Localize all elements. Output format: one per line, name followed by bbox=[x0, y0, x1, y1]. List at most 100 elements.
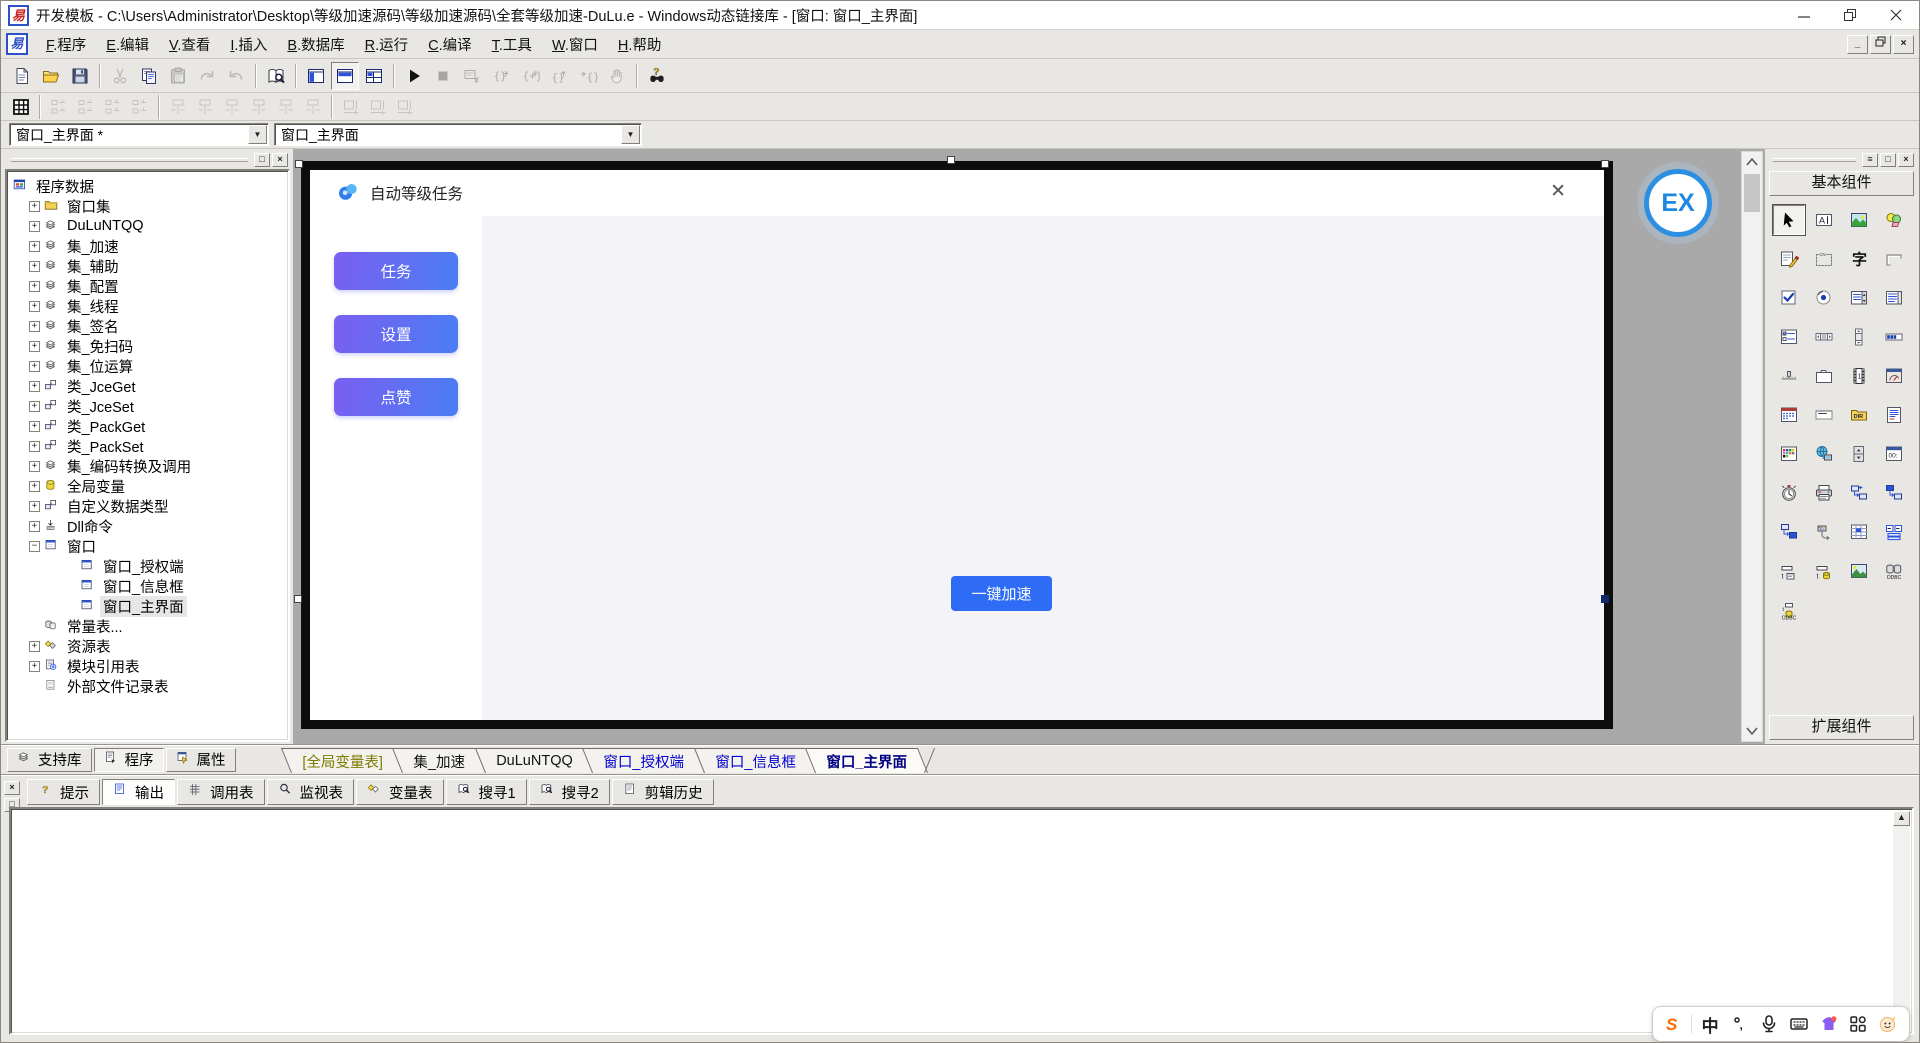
run-button[interactable] bbox=[400, 62, 428, 90]
tree-expand-toggle[interactable]: + bbox=[29, 301, 40, 312]
designed-form-frame[interactable]: 自动等级任务 ✕ 任务设置点赞 一键加速 bbox=[301, 161, 1613, 729]
tree-expand-toggle[interactable]: − bbox=[29, 541, 40, 552]
date-window-tool[interactable]: 00: bbox=[1878, 439, 1910, 469]
progress-bar-tool[interactable] bbox=[1878, 322, 1910, 352]
database-io-tool[interactable]: t bbox=[1808, 556, 1840, 586]
file-tab-4[interactable]: 窗口_授权端 bbox=[582, 748, 705, 773]
label-tool[interactable]: A bbox=[1808, 205, 1840, 235]
output-close-button[interactable]: × bbox=[4, 781, 20, 795]
picture-box-tool[interactable] bbox=[1843, 205, 1875, 235]
checkbox-tool[interactable] bbox=[1773, 283, 1805, 313]
tree-item[interactable]: +类_JceSet bbox=[9, 396, 286, 416]
file-tab-5[interactable]: 窗口_信息框 bbox=[694, 748, 817, 773]
tree-expand-toggle[interactable]: + bbox=[29, 261, 40, 272]
selection-handle[interactable] bbox=[295, 160, 303, 168]
file-tab-6[interactable]: 窗口_主界面 bbox=[805, 748, 928, 773]
frame-border-tool[interactable] bbox=[1878, 244, 1910, 274]
panel-float-button[interactable]: □ bbox=[1880, 153, 1896, 167]
tree-item[interactable]: +类_PackSet bbox=[9, 436, 286, 456]
tree-item[interactable]: +集_加速 bbox=[9, 236, 286, 256]
rich-document-tool[interactable] bbox=[1878, 400, 1910, 430]
restore-button[interactable] bbox=[1827, 1, 1873, 29]
tree-expand-toggle[interactable]: + bbox=[29, 461, 40, 472]
microphone-icon[interactable] bbox=[1757, 1012, 1781, 1036]
menu-item-2[interactable]: E.编辑 bbox=[96, 30, 159, 59]
tree-item[interactable]: +自定义数据类型 bbox=[9, 496, 286, 516]
server-transfer-tool[interactable] bbox=[1878, 478, 1910, 508]
copy-button[interactable] bbox=[135, 62, 163, 90]
combo-box-tool[interactable] bbox=[1843, 283, 1875, 313]
output-tab-2[interactable]: 输出 bbox=[102, 779, 175, 805]
form-nav-button-2[interactable]: 设置 bbox=[334, 315, 458, 353]
h-scrollbar-tool[interactable] bbox=[1808, 322, 1840, 352]
tree-expand-toggle[interactable]: + bbox=[29, 421, 40, 432]
menu-item-10[interactable]: H.帮助 bbox=[608, 30, 672, 59]
directory-box-tool[interactable]: DIR bbox=[1843, 400, 1875, 430]
extended-components-button[interactable]: 扩展组件 bbox=[1769, 715, 1914, 740]
scroll-thumb[interactable] bbox=[1744, 174, 1760, 212]
color-palette-tool[interactable] bbox=[1773, 439, 1805, 469]
scroll-down-icon[interactable] bbox=[1742, 721, 1762, 741]
tree-expand-toggle[interactable]: + bbox=[29, 341, 40, 352]
menu-item-9[interactable]: W.窗口 bbox=[542, 30, 608, 59]
list-box-tool[interactable] bbox=[1878, 283, 1910, 313]
new-button[interactable] bbox=[8, 62, 36, 90]
close-button[interactable] bbox=[1873, 1, 1919, 29]
odbc-database-tool[interactable]: tODBC bbox=[1773, 595, 1805, 625]
menu-item-3[interactable]: V.查看 bbox=[159, 30, 220, 59]
basic-components-button[interactable]: 基本组件 bbox=[1769, 171, 1914, 196]
mdi-minimize-button[interactable]: _ bbox=[1847, 35, 1868, 54]
tree-item[interactable]: +集_编码转换及调用 bbox=[9, 456, 286, 476]
menu-item-7[interactable]: C.编译 bbox=[418, 30, 482, 59]
designer-vscrollbar[interactable] bbox=[1741, 151, 1763, 742]
window-selector-combo[interactable]: 窗口_主界面 * ▼ bbox=[9, 123, 269, 146]
panel-grip[interactable] bbox=[11, 158, 248, 162]
tree-expand-toggle[interactable]: + bbox=[29, 661, 40, 672]
gauge-window-tool[interactable] bbox=[1878, 361, 1910, 391]
file-tab-3[interactable]: DuLuNTQQ bbox=[475, 748, 594, 773]
image-viewer-tool[interactable] bbox=[1843, 556, 1875, 586]
selection-handle[interactable] bbox=[947, 156, 955, 164]
view-tab-1[interactable]: 支持库 bbox=[7, 748, 92, 772]
tree-expand-toggle[interactable]: + bbox=[29, 501, 40, 512]
sketch-board-tool[interactable] bbox=[1773, 244, 1805, 274]
up-down-box-tool[interactable] bbox=[1843, 439, 1875, 469]
odbc-source-tool[interactable]: ODBC bbox=[1878, 556, 1910, 586]
chinese-mode-icon[interactable]: 中 bbox=[1698, 1012, 1722, 1036]
tree-item[interactable]: 窗口_授权端 bbox=[9, 556, 286, 576]
tree-expand-toggle[interactable]: + bbox=[29, 321, 40, 332]
file-tab-2[interactable]: 集_加速 bbox=[392, 748, 486, 773]
output-tab-4[interactable]: 监视表 bbox=[267, 779, 355, 805]
animation-box-tool[interactable]: 1 bbox=[1843, 361, 1875, 391]
layout-left-button[interactable] bbox=[302, 62, 330, 90]
panel-float-button[interactable]: □ bbox=[254, 153, 270, 167]
tree-expand-toggle[interactable]: + bbox=[29, 221, 40, 232]
month-calendar-tool[interactable] bbox=[1773, 400, 1805, 430]
tree-expand-toggle[interactable]: + bbox=[29, 361, 40, 372]
menu-item-8[interactable]: T.工具 bbox=[482, 30, 542, 59]
combo-dropdown-icon[interactable]: ▼ bbox=[248, 125, 267, 144]
tree-expand-toggle[interactable]: + bbox=[29, 481, 40, 492]
v-scrollbar-tool[interactable] bbox=[1843, 322, 1875, 352]
punctuation-icon[interactable]: , bbox=[1728, 1012, 1752, 1036]
combo-dropdown-icon[interactable]: ▼ bbox=[621, 125, 640, 144]
tree-expand-toggle[interactable]: + bbox=[29, 641, 40, 652]
remote-transfer-tool[interactable] bbox=[1773, 517, 1805, 547]
client-transfer-tool[interactable] bbox=[1843, 478, 1875, 508]
tree-item[interactable]: +资源表 bbox=[9, 636, 286, 656]
minimize-button[interactable] bbox=[1781, 1, 1827, 29]
tab-control-tool[interactable] bbox=[1808, 361, 1840, 391]
panel-grip[interactable] bbox=[1773, 158, 1856, 162]
com-port-tool[interactable] bbox=[1808, 517, 1840, 547]
output-tab-8[interactable]: 剪辑历史 bbox=[612, 779, 714, 805]
tree-expand-toggle[interactable]: + bbox=[29, 441, 40, 452]
tree-item[interactable]: +类_PackGet bbox=[9, 416, 286, 436]
tree-item[interactable]: 外部文件记录表 bbox=[9, 676, 286, 696]
menu-item-5[interactable]: B.数据库 bbox=[277, 30, 354, 59]
selection-handle[interactable] bbox=[1601, 595, 1609, 603]
tree-item[interactable]: +集_配置 bbox=[9, 276, 286, 296]
output-tab-1[interactable]: ?提示 bbox=[27, 779, 100, 805]
form-grid-button[interactable] bbox=[8, 95, 34, 119]
tree-item[interactable]: 常量表... bbox=[9, 616, 286, 636]
tree-item[interactable]: −窗口 bbox=[9, 536, 286, 556]
